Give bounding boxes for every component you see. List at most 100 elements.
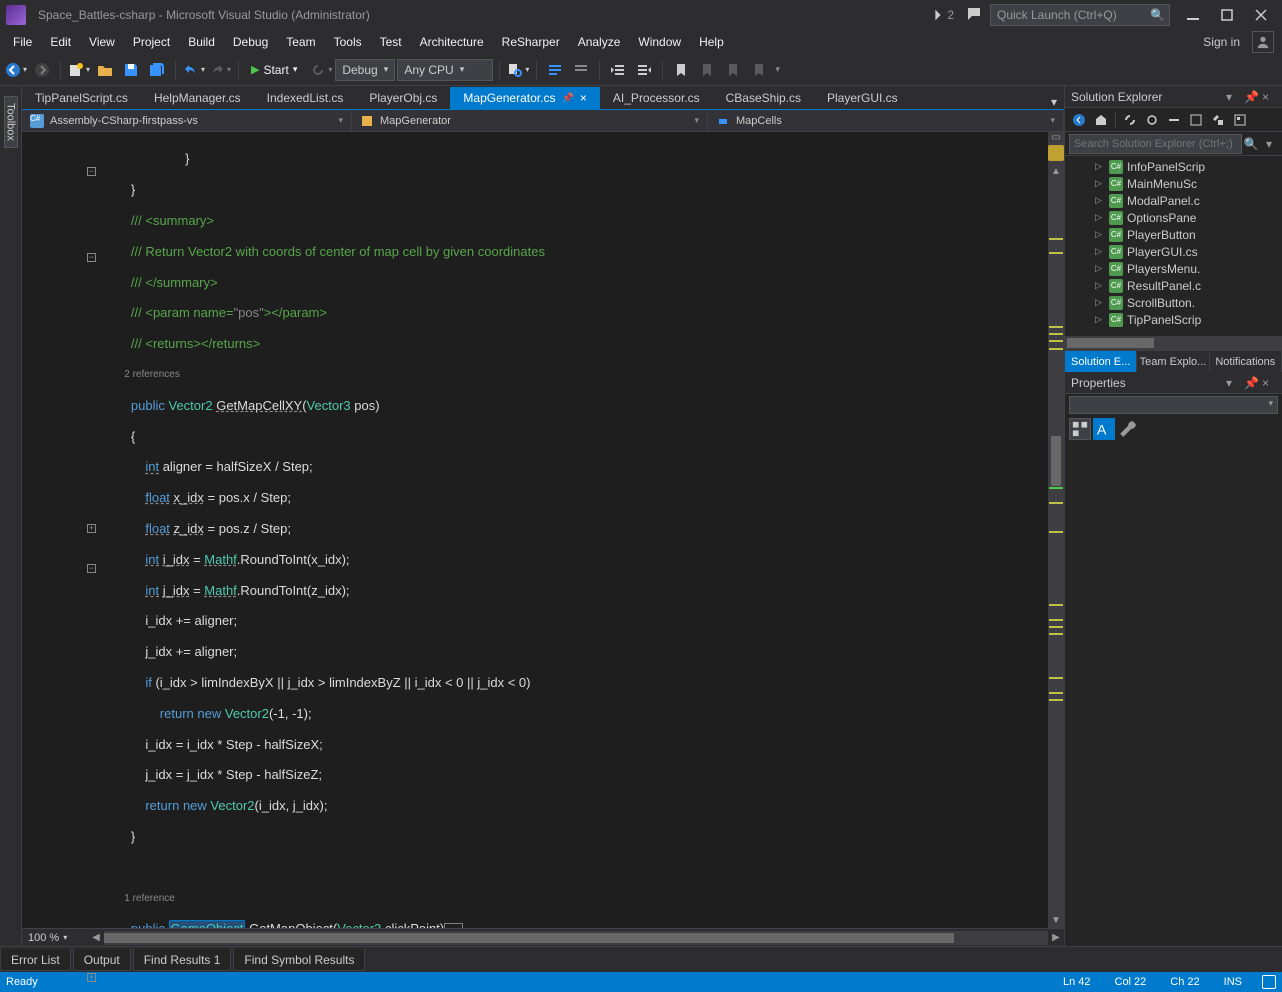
tab-helpmanager[interactable]: HelpManager.cs <box>141 87 254 109</box>
minimize-button[interactable] <box>1178 4 1208 26</box>
tab-aiprocessor[interactable]: AI_Processor.cs <box>600 87 713 109</box>
categorized-icon[interactable] <box>1069 418 1091 440</box>
clear-bookmarks-button[interactable] <box>747 58 771 82</box>
maximize-button[interactable] <box>1212 4 1242 26</box>
tree-item[interactable]: ▷C#ResultPanel.c <box>1065 277 1282 294</box>
account-icon[interactable] <box>1252 31 1274 53</box>
indent-button[interactable] <box>632 58 656 82</box>
outdent-button[interactable] <box>606 58 630 82</box>
tree-item[interactable]: ▷C#PlayerButton <box>1065 226 1282 243</box>
horizontal-scrollbar[interactable] <box>104 931 1048 945</box>
tab-indexedlist[interactable]: IndexedList.cs <box>254 87 357 109</box>
solution-search-input[interactable] <box>1069 134 1242 154</box>
tree-item[interactable]: ▷C#ScrollButton. <box>1065 294 1282 311</box>
menu-project[interactable]: Project <box>124 32 179 52</box>
bookmark-button[interactable] <box>669 58 693 82</box>
preview-icon[interactable] <box>1230 110 1250 130</box>
close-icon[interactable]: × <box>580 91 587 105</box>
tab-mapgenerator[interactable]: MapGenerator.cs📌× <box>450 87 600 109</box>
sign-in-link[interactable]: Sign in <box>1191 35 1252 49</box>
properties-object-select[interactable] <box>1069 396 1278 414</box>
menu-view[interactable]: View <box>80 32 124 52</box>
feedback-icon[interactable] <box>966 6 982 25</box>
new-project-button[interactable] <box>67 58 91 82</box>
scroll-track[interactable] <box>1048 179 1064 912</box>
save-button[interactable] <box>119 58 143 82</box>
menu-tools[interactable]: Tools <box>325 32 371 52</box>
nav-back-button[interactable] <box>4 58 28 82</box>
prev-bookmark-button[interactable] <box>695 58 719 82</box>
pin-icon[interactable]: 📌 <box>561 93 573 104</box>
tree-item[interactable]: ▷C#OptionsPane <box>1065 209 1282 226</box>
solution-tree[interactable]: ▷C#InfoPanelScrip ▷C#MainMenuSc ▷C#Modal… <box>1065 156 1282 336</box>
tree-item[interactable]: ▷C#PlayerGUI.cs <box>1065 243 1282 260</box>
tab-notifications[interactable]: Notifications <box>1210 351 1282 372</box>
tabs-overflow-button[interactable]: ▾ <box>1044 95 1064 109</box>
menu-window[interactable]: Window <box>629 32 690 52</box>
home-icon[interactable] <box>1091 110 1111 130</box>
menu-debug[interactable]: Debug <box>224 32 277 52</box>
refresh-icon[interactable] <box>1142 110 1162 130</box>
close-icon[interactable]: × <box>1262 376 1276 390</box>
start-debug-button[interactable]: ▶Start▾ <box>245 58 307 82</box>
pin-icon[interactable]: 📌 <box>1244 90 1258 104</box>
config-select[interactable]: Debug <box>335 59 395 81</box>
split-handle-icon[interactable]: ▭ <box>1051 132 1060 143</box>
tree-item[interactable]: ▷C#ModalPanel.c <box>1065 192 1282 209</box>
show-all-icon[interactable] <box>1186 110 1206 130</box>
tree-h-scrollbar[interactable] <box>1065 336 1282 350</box>
tab-team-explorer[interactable]: Team Explo... <box>1137 351 1209 372</box>
scroll-thumb[interactable] <box>1051 436 1061 486</box>
h-scroll-thumb[interactable] <box>104 933 954 943</box>
vertical-scrollbar[interactable]: ▭ ▲ ▼ <box>1048 132 1064 928</box>
properties-icon[interactable] <box>1208 110 1228 130</box>
open-file-button[interactable] <box>93 58 117 82</box>
restart-button[interactable] <box>309 58 333 82</box>
tab-find-symbol[interactable]: Find Symbol Results <box>233 949 365 971</box>
tab-cbaseship[interactable]: CBaseShip.cs <box>713 87 814 109</box>
pin-icon[interactable]: 📌 <box>1244 376 1258 390</box>
menu-test[interactable]: Test <box>371 32 411 52</box>
save-all-button[interactable] <box>145 58 169 82</box>
tree-item[interactable]: ▷C#MainMenuSc <box>1065 175 1282 192</box>
undo-button[interactable] <box>182 58 206 82</box>
find-in-files-button[interactable] <box>506 58 530 82</box>
collapse-icon[interactable] <box>1164 110 1184 130</box>
back-icon[interactable] <box>1069 110 1089 130</box>
tree-item[interactable]: ▷C#InfoPanelScrip <box>1065 158 1282 175</box>
uncomment-button[interactable] <box>569 58 593 82</box>
sync-icon[interactable] <box>1120 110 1140 130</box>
menu-help[interactable]: Help <box>690 32 733 52</box>
search-dropdown-icon[interactable]: ▾ <box>1260 137 1278 151</box>
editor-gutter[interactable]: − − + − + <box>22 132 102 928</box>
menu-analyze[interactable]: Analyze <box>569 32 630 52</box>
alphabetical-icon[interactable]: A <box>1093 418 1115 440</box>
tab-playergui[interactable]: PlayerGUI.cs <box>814 87 911 109</box>
quick-launch-input[interactable]: Quick Launch (Ctrl+Q) 🔍 <box>990 4 1170 26</box>
nav-forward-button[interactable] <box>30 58 54 82</box>
notifications-flag[interactable]: 2 <box>923 8 962 22</box>
nav-member-select[interactable]: MapCells▾ <box>708 110 1064 131</box>
nav-scope-select[interactable]: C#Assembly-CSharp-firstpass-vs▾ <box>22 110 352 131</box>
next-bookmark-button[interactable] <box>721 58 745 82</box>
close-icon[interactable]: × <box>1262 90 1276 104</box>
tab-playerobj[interactable]: PlayerObj.cs <box>356 87 450 109</box>
platform-select[interactable]: Any CPU <box>397 59 493 81</box>
code-editor[interactable]: } } /// <summary> /// Return Vector2 wit… <box>102 132 1048 928</box>
redo-button[interactable] <box>208 58 232 82</box>
tab-solution-explorer[interactable]: Solution E... <box>1065 351 1137 372</box>
menu-architecture[interactable]: Architecture <box>411 32 493 52</box>
tree-item[interactable]: ▷C#PlayersMenu. <box>1065 260 1282 277</box>
tab-tippanel[interactable]: TipPanelScript.cs <box>22 87 141 109</box>
panel-menu-icon[interactable]: ▾ <box>1226 376 1240 390</box>
wrench-icon[interactable] <box>1117 418 1139 440</box>
panel-menu-icon[interactable]: ▾ <box>1226 90 1240 104</box>
scroll-up-button[interactable]: ▲ <box>1048 163 1064 179</box>
scroll-down-button[interactable]: ▼ <box>1048 912 1064 928</box>
comment-button[interactable] <box>543 58 567 82</box>
close-button[interactable] <box>1246 4 1276 26</box>
toolbox-panel-tab[interactable]: Toolbox <box>0 86 22 946</box>
menu-resharper[interactable]: ReSharper <box>493 32 569 52</box>
menu-edit[interactable]: Edit <box>41 32 80 52</box>
scroll-right-button[interactable]: ▶ <box>1048 932 1064 943</box>
